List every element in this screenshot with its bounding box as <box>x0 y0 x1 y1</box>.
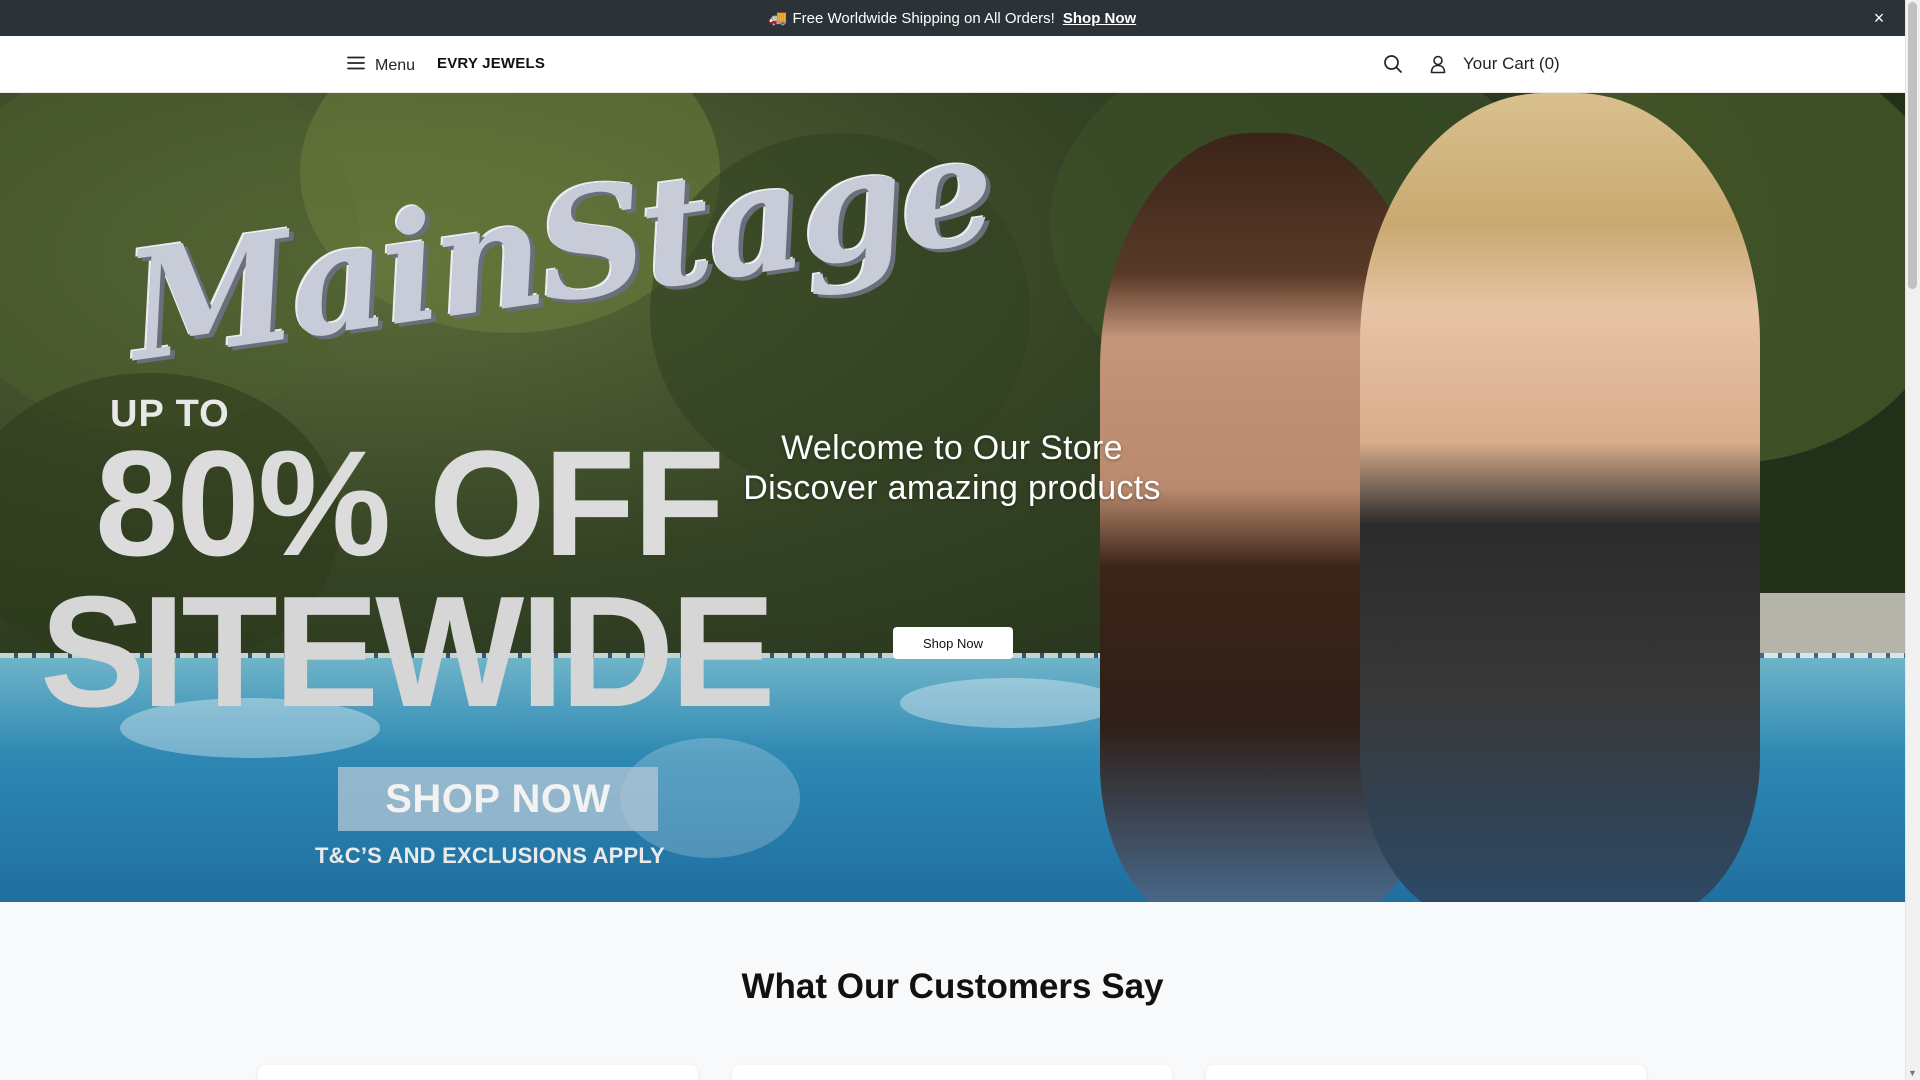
testimonials-title: What Our Customers Say <box>741 967 1164 1006</box>
site-header: Menu EVRY JEWELS Your Cart (0) <box>0 36 1905 93</box>
hero-headline-line-2: Discover amazing products <box>743 469 1161 507</box>
testimonials-section: What Our Customers Say <box>0 902 1905 1080</box>
ripple-shape <box>900 678 1120 728</box>
announcement-text: Free Worldwide Shipping on All Orders! <box>792 9 1055 27</box>
menu-button[interactable]: Menu <box>346 53 415 78</box>
testimonial-card <box>258 1065 698 1080</box>
promo-discount-text: 80% OFF <box>95 419 725 587</box>
testimonial-card <box>1206 1065 1646 1080</box>
hamburger-icon <box>346 53 366 78</box>
announcement-shop-now-link[interactable]: Shop Now <box>1063 10 1136 27</box>
scroll-down-arrow-icon[interactable]: ▼ <box>1908 1069 1917 1078</box>
cart-button[interactable]: Your Cart (0) <box>1463 54 1560 74</box>
search-icon[interactable] <box>1382 53 1404 75</box>
promo-terms-text: T&C’S AND EXCLUSIONS APPLY <box>315 843 665 868</box>
page-scrollbar[interactable]: ▼ <box>1905 0 1920 1080</box>
brand-logo[interactable]: EVRY JEWELS <box>437 55 545 72</box>
close-icon[interactable]: × <box>1869 8 1889 28</box>
model-right-image <box>1360 93 1760 902</box>
menu-label: Menu <box>375 56 416 74</box>
testimonial-card <box>732 1065 1172 1080</box>
user-icon[interactable] <box>1427 53 1449 75</box>
hero-shop-now-button[interactable]: Shop Now <box>893 627 1013 659</box>
page: 🚚 Free Worldwide Shipping on All Orders!… <box>0 0 1905 1080</box>
truck-icon: 🚚 <box>768 10 788 27</box>
hero-headline: Welcome to Our Store Discover amazing pr… <box>652 428 1252 508</box>
hero-headline-line-1: Welcome to Our Store <box>781 429 1123 467</box>
announcement-bar: 🚚 Free Worldwide Shipping on All Orders!… <box>0 0 1905 36</box>
promo-shop-now-box[interactable]: SHOP NOW <box>338 767 658 831</box>
promo-shop-now-label: SHOP NOW <box>385 776 611 821</box>
scrollbar-thumb[interactable] <box>1908 2 1917 289</box>
hero-banner: MainStage UP TO 80% OFF SITEWIDE SHOP NO… <box>0 93 1905 902</box>
promo-sitewide-text: SITEWIDE <box>40 564 776 740</box>
